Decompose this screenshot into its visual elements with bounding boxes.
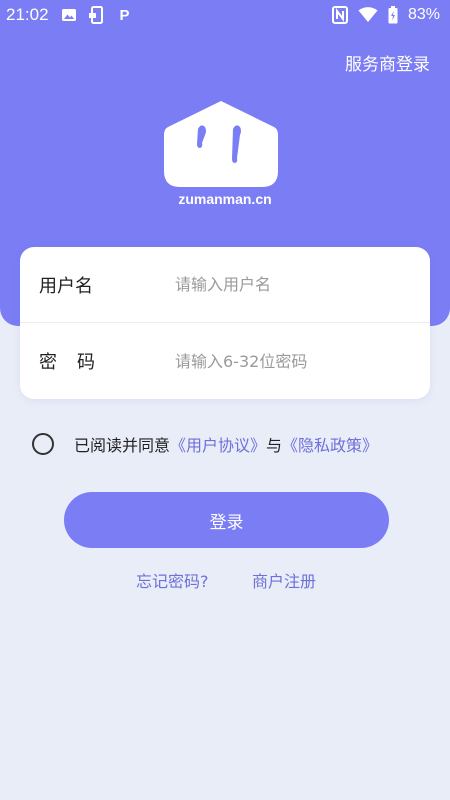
username-label: 用户名 [39,275,93,297]
status-time: 21:02 [6,5,49,24]
agreement-conjunction: 与 [266,436,283,455]
username-row: 用户名 [20,247,430,323]
provider-login-link[interactable]: 服务商登录 [345,50,430,75]
nfc-icon [331,6,348,24]
password-label: 密码 [39,352,115,373]
agreement-row: 已阅读并同意 《用户协议》 与 《隐私政策》 [32,430,378,458]
user-agreement-link[interactable]: 《用户协议》 [170,432,266,456]
screenshot-icon [88,6,105,24]
brand-domain: zumanman.cn [178,191,272,207]
login-form-card: 用户名 密码 [20,247,430,399]
battery-icon [388,6,398,24]
password-row: 密码 [20,323,430,399]
merchant-register-link[interactable]: 商户注册 [252,568,316,592]
login-button[interactable]: 登录 [64,492,389,548]
wifi-icon [358,7,378,23]
app-logo [164,99,278,187]
battery-percent: 83% [407,6,440,23]
status-bar: 21:02 P 83% [0,0,450,30]
password-input[interactable] [175,346,415,376]
agreement-prefix: 已阅读并同意 [74,436,171,455]
privacy-policy-link[interactable]: 《隐私政策》 [282,432,378,456]
agreement-checkbox[interactable] [32,433,54,455]
bottom-links: 忘记密码? 商户注册 [0,568,450,592]
username-input[interactable] [175,269,415,300]
p-app-icon: P [119,6,130,24]
image-icon [61,7,77,23]
forgot-password-link[interactable]: 忘记密码? [136,568,209,592]
